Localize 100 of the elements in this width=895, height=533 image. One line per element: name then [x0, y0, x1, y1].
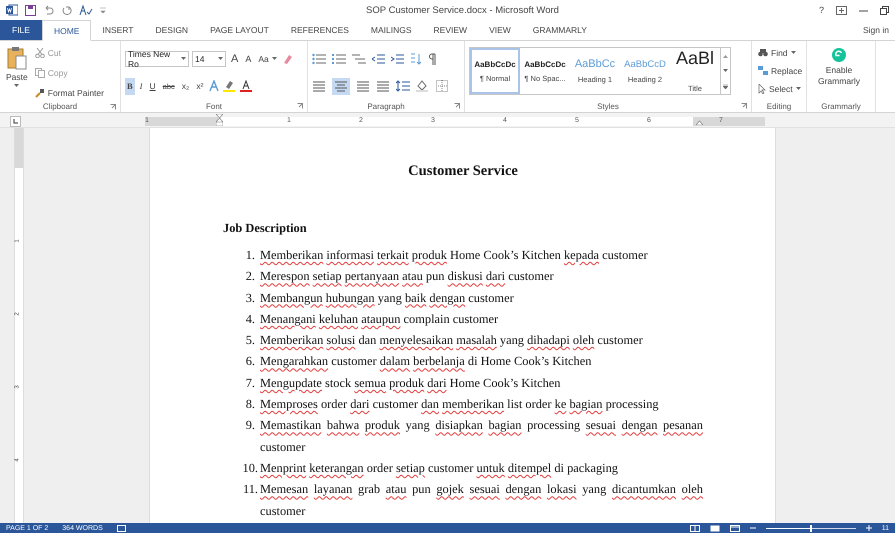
help-button[interactable]: ?: [818, 5, 824, 15]
window-title: SOP Customer Service.docx - Microsoft Word: [365, 4, 560, 16]
ribbon-tab[interactable]: INSERT: [91, 20, 144, 40]
decrease-indent-icon[interactable]: [372, 53, 385, 65]
more-icon[interactable]: [723, 84, 728, 88]
multilevel-list-icon[interactable]: [352, 53, 366, 65]
spelling-icon[interactable]: [79, 4, 93, 16]
read-mode-icon[interactable]: [690, 524, 700, 532]
ribbon-tab[interactable]: HOME: [42, 20, 92, 41]
align-center-icon: [334, 80, 348, 92]
align-center-button[interactable]: [332, 78, 350, 94]
scroll-down-icon[interactable]: [723, 68, 728, 72]
caret-icon[interactable]: [181, 57, 186, 61]
list-item-text: Memesan layanan grab atau pun gojek sesuai dengan lokasi yang dicantumkan oleh customer: [260, 481, 703, 520]
clipboard-icon: [6, 46, 27, 70]
ribbon-tab[interactable]: DESIGN: [144, 20, 200, 40]
copy-icon: [34, 68, 45, 78]
shading-icon[interactable]: [416, 80, 430, 92]
tab-selector[interactable]: [10, 116, 21, 126]
superscript-button[interactable]: x²: [194, 78, 206, 94]
font-name-field[interactable]: Times New Ro: [125, 51, 189, 67]
text-effects-icon[interactable]: [208, 80, 220, 92]
list-number: 5.: [244, 332, 256, 350]
ribbon-tab[interactable]: VIEW: [478, 20, 522, 40]
redo-icon[interactable]: [61, 5, 72, 15]
find-button[interactable]: Find: [756, 44, 802, 61]
ribbon-tab[interactable]: REFERENCES: [280, 20, 360, 40]
right-indent-icon[interactable]: [696, 120, 703, 124]
ruler-margin: [693, 116, 765, 126]
ribbon-tab[interactable]: MAILINGS: [360, 20, 423, 40]
pointer-icon: [758, 84, 766, 94]
change-case-button[interactable]: Aa: [256, 50, 279, 68]
document-title: Customer Service: [407, 163, 519, 180]
web-layout-icon[interactable]: [730, 524, 740, 532]
select-button[interactable]: Select: [756, 80, 802, 97]
grammarly-icon: [832, 48, 846, 62]
left-tab-icon: [13, 118, 18, 124]
save-icon[interactable]: [25, 4, 36, 16]
undo-icon[interactable]: [43, 5, 54, 15]
italic-button[interactable]: I: [138, 78, 145, 94]
sort-icon[interactable]: [410, 53, 422, 65]
proofing-icon[interactable]: [116, 524, 126, 532]
underline-button[interactable]: U: [148, 78, 158, 94]
justify-icon[interactable]: [376, 80, 390, 92]
align-left-icon[interactable]: [312, 80, 326, 92]
list-number: 8.: [244, 396, 256, 414]
highlight-icon[interactable]: [223, 80, 238, 92]
replace-button[interactable]: Replace: [756, 62, 802, 79]
borders-icon[interactable]: [436, 80, 448, 92]
list-item-text: Merespon setiap pertanyaan atau pun diskusi dari customer: [260, 268, 555, 286]
font-size-field[interactable]: 14: [192, 51, 226, 67]
scroll-up-icon[interactable]: [723, 54, 728, 58]
enable-grammarly-button[interactable]: Enable Grammarly: [811, 44, 867, 100]
increase-indent-icon[interactable]: [391, 53, 404, 65]
caret-icon[interactable]: [796, 86, 801, 90]
dialog-launcher-icon[interactable]: [297, 103, 303, 109]
ribbon-tab[interactable]: GRAMMARLY: [522, 20, 598, 40]
word-icon: [6, 4, 18, 16]
dialog-launcher-icon[interactable]: [110, 104, 116, 110]
list-number: 4.: [244, 310, 256, 328]
list-item-text: Menprint keterangan order setiap customer untuk ditempel di packaging: [260, 460, 619, 477]
sign-in-link[interactable]: Sign in: [863, 25, 895, 35]
dialog-launcher-icon[interactable]: [741, 103, 747, 109]
indent-marker-icon[interactable]: [216, 114, 223, 126]
paste-button[interactable]: Paste: [4, 44, 30, 101]
caret-icon[interactable]: [790, 50, 796, 54]
list-item-text: Mengarahkan customer dalam berbelanja di Home Cook’s Kitchen: [260, 353, 592, 370]
caret-icon[interactable]: [218, 57, 223, 61]
numbering-icon[interactable]: [332, 53, 346, 65]
restore-icon[interactable]: [880, 6, 889, 14]
ribbon-tab[interactable]: FILE: [0, 20, 42, 40]
pilcrow-icon[interactable]: [428, 53, 436, 65]
bold-button[interactable]: B: [125, 78, 135, 94]
ribbon-tab[interactable]: REVIEW: [422, 20, 478, 40]
list-number: 1.: [244, 247, 256, 264]
bullets-icon[interactable]: [312, 53, 326, 65]
list-number: 2.: [244, 268, 256, 286]
align-right-icon[interactable]: [356, 80, 370, 92]
line-spacing-icon[interactable]: [396, 80, 410, 92]
format-painter-button[interactable]: Format Painter: [32, 84, 106, 101]
print-layout-icon[interactable]: [710, 524, 720, 532]
font-color-icon[interactable]: [240, 80, 254, 92]
zoom-in-icon[interactable]: [866, 525, 872, 531]
customize-icon[interactable]: [100, 6, 106, 14]
list-number: 10.: [242, 460, 259, 477]
ribbon-display-icon[interactable]: [836, 6, 847, 14]
subscript-button[interactable]: x₂: [180, 78, 192, 94]
shrink-font-button[interactable]: A: [243, 50, 254, 68]
group-label: Paragraph: [367, 102, 405, 110]
list-number: 9.: [244, 417, 256, 434]
dialog-launcher-icon[interactable]: [454, 103, 460, 109]
section-heading: Job Description: [223, 221, 308, 236]
ribbon-tab[interactable]: PAGE LAYOUT: [199, 20, 280, 40]
caret-icon[interactable]: [14, 84, 20, 88]
zoom-out-icon[interactable]: [750, 525, 756, 531]
group-label: Styles: [597, 102, 619, 110]
replace-icon: [758, 66, 768, 75]
caret-icon[interactable]: [272, 57, 277, 61]
list-item-text: Memproses order dari customer dan memberikan list order ke bagian processing: [260, 396, 660, 414]
grow-font-button[interactable]: A: [229, 50, 240, 68]
